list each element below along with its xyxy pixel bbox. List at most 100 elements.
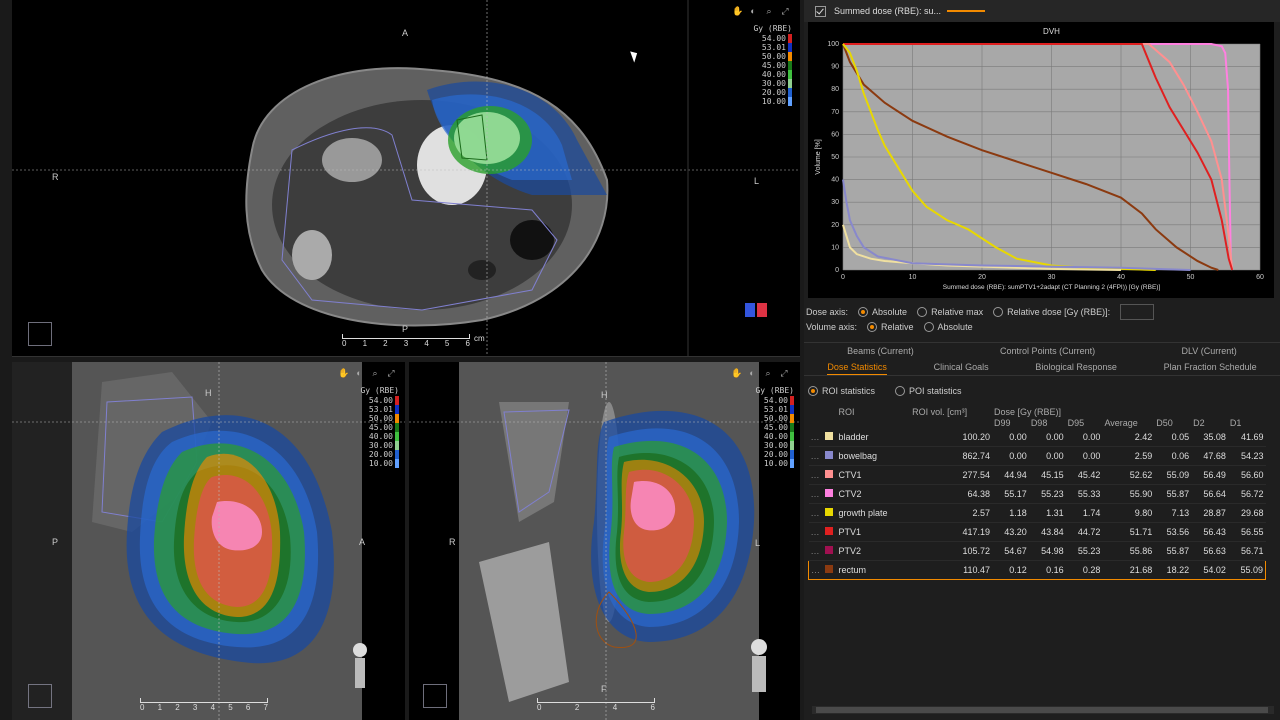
y-tick-label: 50 <box>831 154 839 161</box>
col-d50[interactable]: D50 <box>1154 417 1191 428</box>
tab-dose-statistics[interactable]: Dose Statistics <box>827 359 887 375</box>
table-row[interactable]: … CTV2 64.38 55.17 55.23 55.33 55.90 55.87 56.64… <box>808 484 1266 504</box>
sagittal-viewport[interactable]: ✋ ◐ ⌕ ⤢ Gy (RBE) 54.00 53.01 50.00 45.00 40.… <box>12 362 405 720</box>
cell-d98: 0.16 <box>1028 560 1066 580</box>
col-roi-volume[interactable]: ROI vol. [cm³] <box>910 406 992 417</box>
cell-roi-volume: 105.72 <box>910 541 992 561</box>
window-level-icon[interactable]: ◐ <box>747 368 757 378</box>
row-menu-icon[interactable]: … <box>811 451 820 461</box>
horizontal-scrollbar[interactable] <box>812 706 1274 714</box>
pan-icon[interactable]: ✋ <box>338 368 349 378</box>
cell-average: 2.42 <box>1102 428 1155 447</box>
zoom-icon[interactable]: ⌕ <box>763 368 773 378</box>
relative-dose-input[interactable] <box>1120 304 1155 320</box>
volume-axis-relative-radio[interactable]: Relative <box>867 322 914 332</box>
legend-level-value: 20.00 <box>761 88 786 97</box>
legend-level: 45.00 <box>360 423 399 432</box>
pan-icon[interactable]: ✋ <box>732 6 743 16</box>
chart-title: DVH <box>1043 27 1060 36</box>
roi-color-swatch <box>824 451 833 459</box>
zoom-icon[interactable]: ⌕ <box>764 6 774 16</box>
cell-average: 55.86 <box>1102 541 1155 561</box>
row-menu-icon[interactable]: … <box>811 546 820 556</box>
dose-visibility-checkbox[interactable] <box>815 5 826 17</box>
col-d99[interactable]: D99 <box>992 417 1029 428</box>
maximize-icon[interactable]: ⤢ <box>386 368 396 378</box>
tab-control-points[interactable]: Control Points (Current) <box>1000 343 1095 358</box>
col-roi[interactable]: ROI <box>837 406 911 417</box>
legend-level-value: 40.00 <box>368 432 393 441</box>
dose-axis-relative-max-radio[interactable]: Relative max <box>917 307 983 317</box>
cell-d95: 1.74 <box>1065 503 1103 523</box>
row-menu-icon[interactable]: … <box>811 527 820 537</box>
row-menu-icon[interactable]: … <box>811 489 820 499</box>
row-menu-icon[interactable]: … <box>811 508 820 518</box>
col-d2[interactable]: D2 <box>1191 417 1228 428</box>
x-tick-label: 60 <box>1256 274 1264 281</box>
tab-beams[interactable]: Beams (Current) <box>847 343 914 358</box>
col-average[interactable]: Average <box>1102 417 1154 428</box>
maximize-icon[interactable]: ⤢ <box>780 6 790 16</box>
cell-roi-name: CTV1 <box>836 465 911 485</box>
dvh-chart[interactable]: 0 10 20 30 40 50 60 0 10 20 30 40 50 60 70 80 90 100 DVH Su… <box>808 22 1274 298</box>
zoom-icon[interactable]: ⌕ <box>370 368 380 378</box>
table-row[interactable]: … PTV2 105.72 54.67 54.98 55.23 55.86 55.87 56.6… <box>808 541 1266 561</box>
legend-level-value: 30.00 <box>368 441 393 450</box>
table-row[interactable]: … rectum 110.47 0.12 0.16 0.28 21.68 18.22 54.02… <box>808 560 1266 580</box>
row-menu-icon[interactable]: … <box>811 565 820 575</box>
tab-biological-response[interactable]: Biological Response <box>1035 359 1117 375</box>
row-menu-icon[interactable]: … <box>811 470 820 480</box>
table-row[interactable]: … growth plate 2.57 1.18 1.31 1.74 9.80 7.13 28.… <box>808 503 1266 523</box>
table-row[interactable]: … bladder 100.20 0.00 0.00 0.00 2.42 0.05 35.08 4… <box>808 428 1266 447</box>
window-level-icon[interactable]: ◐ <box>748 6 758 16</box>
legend-color-swatch <box>790 423 794 432</box>
legend-level-value: 10.00 <box>761 97 786 106</box>
legend-color-swatch <box>788 34 792 43</box>
cell-d99: 0.00 <box>992 446 1029 466</box>
cell-d50: 55.87 <box>1154 484 1192 504</box>
cell-roi-volume: 64.38 <box>910 484 992 504</box>
dose-axis-options: Dose axis: Absolute Relative max Relativ… <box>806 304 1155 320</box>
y-tick-label: 70 <box>831 109 839 116</box>
legend-color-swatch <box>395 450 399 459</box>
col-d95[interactable]: D95 <box>1066 417 1103 428</box>
legend-level-value: 10.00 <box>368 459 393 468</box>
volume-axis-absolute-radio[interactable]: Absolute <box>923 322 973 332</box>
orient-label-left: P <box>52 537 59 547</box>
legend-color-swatch <box>788 43 792 52</box>
roi-dose-table: ROI ROI vol. [cm³] Dose [Gy (RBE)] D99 D… <box>808 406 1266 580</box>
cell-d95: 45.42 <box>1065 465 1103 485</box>
legend-color-swatch <box>788 70 792 79</box>
cell-d50: 55.87 <box>1154 541 1192 561</box>
cell-d50: 55.09 <box>1154 465 1192 485</box>
maximize-icon[interactable]: ⤢ <box>779 368 789 378</box>
dose-axis-absolute-radio[interactable]: Absolute <box>858 307 907 317</box>
table-row[interactable]: … CTV1 277.54 44.94 45.15 45.42 52.62 55.09 56.4… <box>808 465 1266 485</box>
pan-icon[interactable]: ✋ <box>731 368 742 378</box>
legend-level: 50.00 <box>753 52 792 61</box>
dose-axis-relative-dose-radio[interactable]: Relative dose [Gy (RBE)]: <box>993 307 1110 317</box>
y-tick-label: 90 <box>831 64 839 71</box>
poi-statistics-radio[interactable]: POI statistics <box>895 386 962 396</box>
tab-clinical-goals[interactable]: Clinical Goals <box>934 359 989 375</box>
coronal-viewport[interactable]: ✋ ◐ ⌕ ⤢ Gy (RBE) 54.00 53.01 50.00 45.00 40.… <box>409 362 800 720</box>
cell-d2: 54.02 <box>1191 560 1228 580</box>
roi-color-swatch <box>824 470 833 478</box>
window-level-icon[interactable]: ◐ <box>354 368 364 378</box>
scale-tick-label: 1 <box>362 339 368 348</box>
row-menu-icon[interactable]: … <box>811 432 820 442</box>
table-row[interactable]: … PTV1 417.19 43.20 43.84 44.72 51.71 53.56 56.4… <box>808 522 1266 542</box>
col-d98[interactable]: D98 <box>1029 417 1066 428</box>
table-row[interactable]: … bowelbag 862.74 0.00 0.00 0.00 2.59 0.06 47.68… <box>808 446 1266 466</box>
cell-roi-name: PTV1 <box>836 522 911 542</box>
cell-d95: 44.72 <box>1065 522 1103 542</box>
tab-dlv[interactable]: DLV (Current) <box>1181 343 1236 358</box>
axial-viewport[interactable]: ✋ ◐ ⌕ ⤢ Gy (RBE) 54.00 53.01 50.00 45.00 40.… <box>12 0 800 357</box>
orient-label-left: R <box>449 537 456 547</box>
tab-plan-fraction-schedule[interactable]: Plan Fraction Schedule <box>1164 359 1257 375</box>
roi-statistics-radio[interactable]: ROI statistics <box>808 386 875 396</box>
cell-roi-volume: 110.47 <box>910 560 992 580</box>
col-d1[interactable]: D1 <box>1228 417 1266 428</box>
axial-ct-image <box>12 0 800 356</box>
legend-level: 30.00 <box>753 79 792 88</box>
